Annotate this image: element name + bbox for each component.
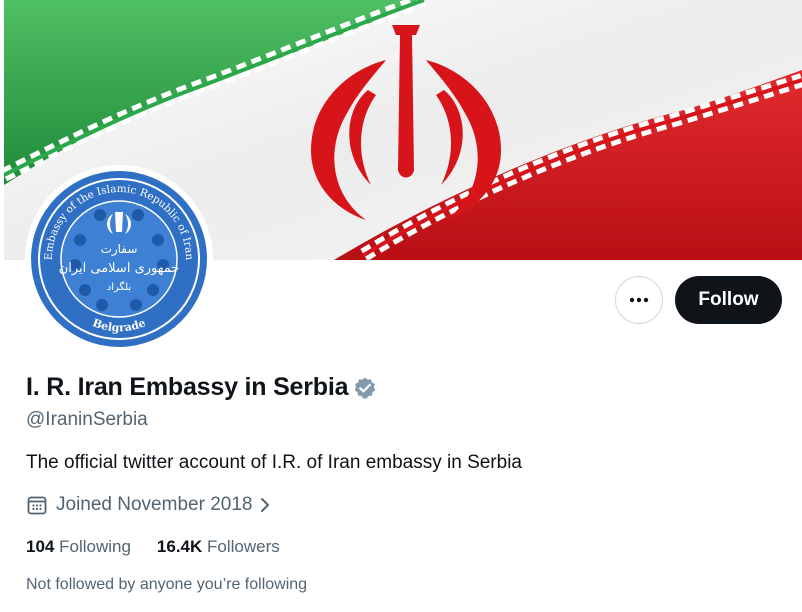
display-name: I. R. Iran Embassy in Serbia: [26, 373, 349, 401]
profile-bio: The official twitter account of I.R. of …: [26, 452, 522, 473]
following-link[interactable]: 104 Following: [26, 537, 131, 557]
following-count: 104: [26, 537, 55, 556]
more-options-button[interactable]: [615, 276, 663, 324]
embassy-seal-logo: Embassy of the Islamic Republic of Iran …: [31, 171, 207, 347]
seal-center-line3: بلگراد: [107, 281, 131, 293]
profile-avatar[interactable]: Embassy of the Islamic Republic of Iran …: [25, 165, 213, 353]
follow-stats: 104 Following 16.4K Followers: [26, 537, 306, 557]
seal-center-line2: جمهوری اسلامی ایران: [59, 261, 180, 276]
more-horizontal-icon: [629, 297, 649, 303]
following-label: Following: [59, 537, 131, 556]
profile-handle: @IraninSerbia: [26, 409, 148, 430]
followers-count: 16.4K: [156, 537, 203, 556]
calendar-icon: [27, 496, 47, 515]
not-followed-note: Not followed by anyone you’re following: [26, 576, 308, 593]
chevron-right-icon: [261, 498, 270, 512]
joined-date-text: Joined November 2018: [56, 494, 253, 515]
followers-label: Followers: [207, 537, 280, 556]
profile-name-row: I. R. Iran Embassy in Serbia: [26, 373, 377, 402]
seal-center-line1: سفارت: [101, 242, 138, 257]
follow-button[interactable]: Follow: [675, 276, 782, 324]
joined-date-row[interactable]: Joined November 2018: [26, 494, 274, 516]
followers-link[interactable]: 16.4K Followers: [157, 537, 280, 557]
verified-badge-icon[interactable]: [353, 376, 377, 400]
